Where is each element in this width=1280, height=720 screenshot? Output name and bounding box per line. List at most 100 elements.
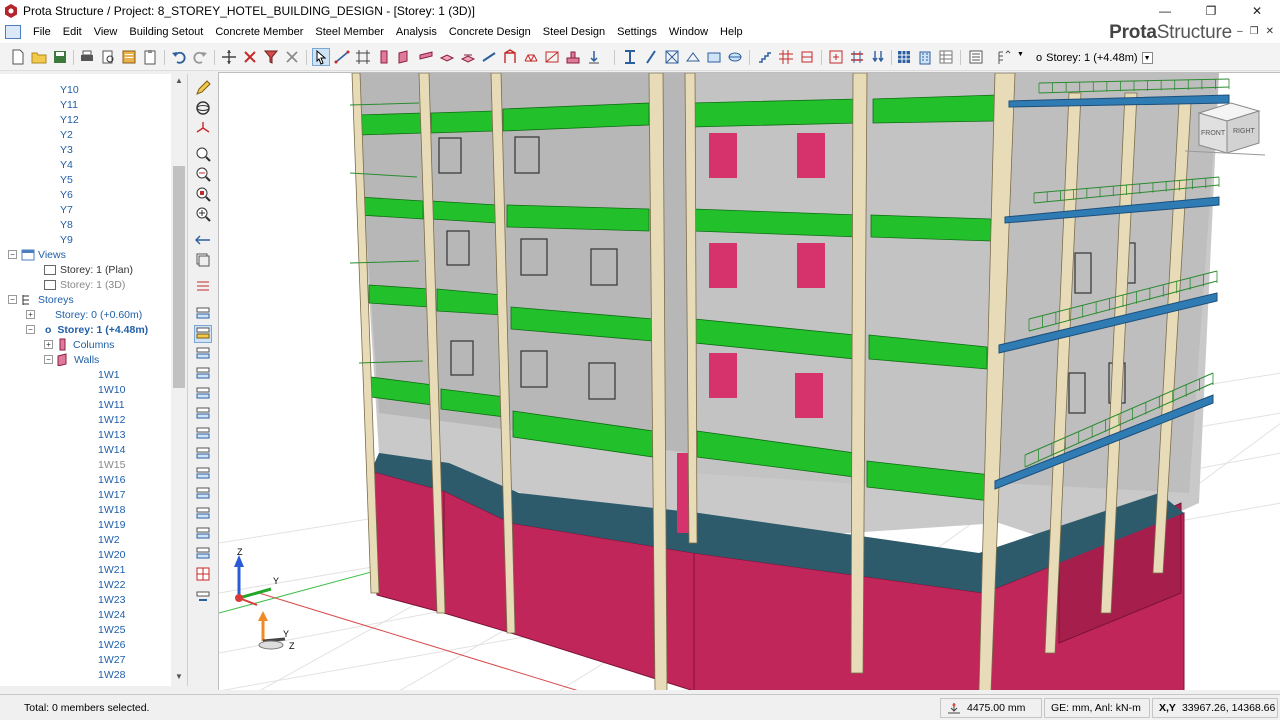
mdi-restore-button[interactable]: ❐ (1250, 26, 1259, 37)
building-3d-model[interactable]: FRONT RIGHT Z Y Y Z (219, 73, 1280, 690)
print-icon[interactable] (79, 49, 95, 65)
tree-wall-item[interactable]: 1W22 (98, 577, 125, 592)
mdi-minimize-button[interactable]: ‒ (1237, 26, 1243, 37)
new-file-icon[interactable] (10, 49, 26, 65)
storey-hide-icon[interactable] (195, 526, 211, 542)
expand-icon[interactable]: + (44, 340, 53, 349)
storey-3d-icon[interactable] (194, 325, 212, 343)
load-tool-icon[interactable] (586, 49, 602, 65)
storey-section-icon[interactable] (195, 590, 211, 606)
tree-axis-item[interactable]: Y12 (60, 112, 79, 127)
storey-single-icon[interactable] (195, 486, 211, 502)
save-icon[interactable] (52, 49, 68, 65)
storey-list-icon[interactable] (195, 366, 211, 382)
pointer-select-icon[interactable] (312, 48, 330, 66)
tree-axis-item[interactable]: Y2 (60, 127, 73, 142)
ribbed-slab-icon[interactable] (460, 49, 476, 65)
tree-wall-item[interactable]: 1W24 (98, 607, 125, 622)
member-list-icon[interactable] (968, 49, 984, 65)
print-preview-icon[interactable] (100, 49, 116, 65)
close-button[interactable]: ✕ (1234, 0, 1280, 21)
tree-wall-item[interactable]: 1W16 (98, 472, 125, 487)
foundation-icon[interactable] (565, 49, 581, 65)
zoom-previous-icon[interactable] (195, 166, 211, 182)
tree-view-item-3d[interactable]: Storey: 1 (3D) (44, 277, 125, 292)
tree-wall-item[interactable]: 1W20 (98, 547, 125, 562)
restore-button[interactable]: ❐ (1188, 0, 1234, 21)
storey-show-icon[interactable] (195, 546, 211, 562)
axis-tripod-icon[interactable] (195, 120, 211, 136)
menu-window[interactable]: Window (663, 26, 714, 38)
tree-wall-item[interactable]: 1W23 (98, 592, 125, 607)
menu-view[interactable]: View (88, 26, 124, 38)
portal-frame-icon[interactable] (706, 49, 722, 65)
menu-concrete-member[interactable]: Concrete Member (209, 26, 309, 38)
tree-storeys-node[interactable]: − Storeys (8, 292, 74, 307)
menu-file[interactable]: File (27, 26, 57, 38)
erase-icon[interactable] (284, 49, 300, 65)
storey-list-icon[interactable] (996, 49, 1012, 65)
storey-below-icon[interactable] (195, 426, 211, 442)
scroll-down-icon[interactable]: ▼ (175, 672, 183, 681)
tree-axis-item[interactable]: Y10 (60, 82, 79, 97)
collapse-icon[interactable]: − (26, 325, 35, 334)
tree-axis-item[interactable]: Y8 (60, 217, 73, 232)
scrollbar-thumb[interactable] (173, 166, 185, 388)
redo-icon[interactable] (192, 49, 208, 65)
line-tool-icon[interactable] (334, 49, 350, 65)
tree-wall-item[interactable]: 1W26 (98, 637, 125, 652)
section-cut-icon[interactable] (195, 232, 211, 248)
tree-wall-item[interactable]: 1W17 (98, 487, 125, 502)
storey-list-dropdown-icon[interactable]: ▼ (1017, 51, 1024, 58)
truss-icon[interactable] (523, 49, 539, 65)
expand-icon[interactable]: + (26, 310, 35, 319)
storey-icon[interactable] (799, 49, 815, 65)
mdi-close-button[interactable]: ✕ (1266, 26, 1274, 37)
tree-wall-item[interactable]: 1W11 (98, 397, 125, 412)
tree-wall-item[interactable]: 1W13 (98, 427, 125, 442)
storey-above-icon[interactable] (195, 406, 211, 422)
zoom-in-icon[interactable] (195, 206, 211, 222)
clipboard-icon[interactable] (142, 49, 158, 65)
grid-axis-icon[interactable] (355, 49, 371, 65)
storey-up-icon[interactable] (195, 278, 211, 294)
delete-member-icon[interactable] (242, 49, 258, 65)
minimize-button[interactable]: — (1142, 0, 1188, 21)
storey-grid-icon[interactable] (195, 566, 211, 582)
tree-axis-item[interactable]: Y5 (60, 172, 73, 187)
report-icon[interactable] (121, 49, 137, 65)
purlin-icon[interactable] (727, 49, 743, 65)
menu-building-setout[interactable]: Building Setout (123, 26, 209, 38)
open-folder-icon[interactable] (31, 49, 47, 65)
tree-storey-1[interactable]: − o Storey: 1 (+4.48m) (26, 322, 148, 337)
select-filter-icon[interactable] (263, 49, 279, 65)
tree-axis-item[interactable]: Y4 (60, 157, 73, 172)
floor-grid-icon[interactable] (778, 49, 794, 65)
tree-axis-item[interactable]: Y6 (60, 187, 73, 202)
tree-storey-0[interactable]: + Storey: 0 (+0.60m) (26, 307, 142, 322)
menu-help[interactable]: Help (714, 26, 749, 38)
zoom-extents-icon[interactable] (195, 186, 211, 202)
move-icon[interactable] (221, 49, 237, 65)
i-section-icon[interactable] (622, 49, 638, 65)
tree-axis-item[interactable]: Y3 (60, 142, 73, 157)
stair-icon[interactable] (757, 49, 773, 65)
tree-wall-item[interactable]: 1W25 (98, 622, 125, 637)
load-arrow-icon[interactable] (870, 49, 886, 65)
3d-viewport[interactable]: FRONT RIGHT Z Y Y Z (218, 72, 1280, 690)
storey-range-icon[interactable] (195, 466, 211, 482)
load-case-icon[interactable] (849, 49, 865, 65)
tree-wall-item[interactable]: 1W2 (98, 532, 120, 547)
brace-icon[interactable] (544, 49, 560, 65)
tree-axis-item[interactable]: Y9 (60, 232, 73, 247)
menu-concrete-design[interactable]: Concrete Design (443, 26, 537, 38)
beam-icon[interactable] (418, 49, 434, 65)
tree-wall-item[interactable]: 1W10 (98, 382, 125, 397)
layers-icon[interactable] (195, 252, 211, 268)
tree-wall-item[interactable]: 1W15 (98, 457, 125, 472)
collapse-icon[interactable]: − (8, 295, 17, 304)
column-icon[interactable] (376, 49, 392, 65)
menu-edit[interactable]: Edit (57, 26, 88, 38)
chevron-down-icon[interactable]: ▼ (1141, 52, 1153, 64)
steel-frame-icon[interactable] (502, 49, 518, 65)
